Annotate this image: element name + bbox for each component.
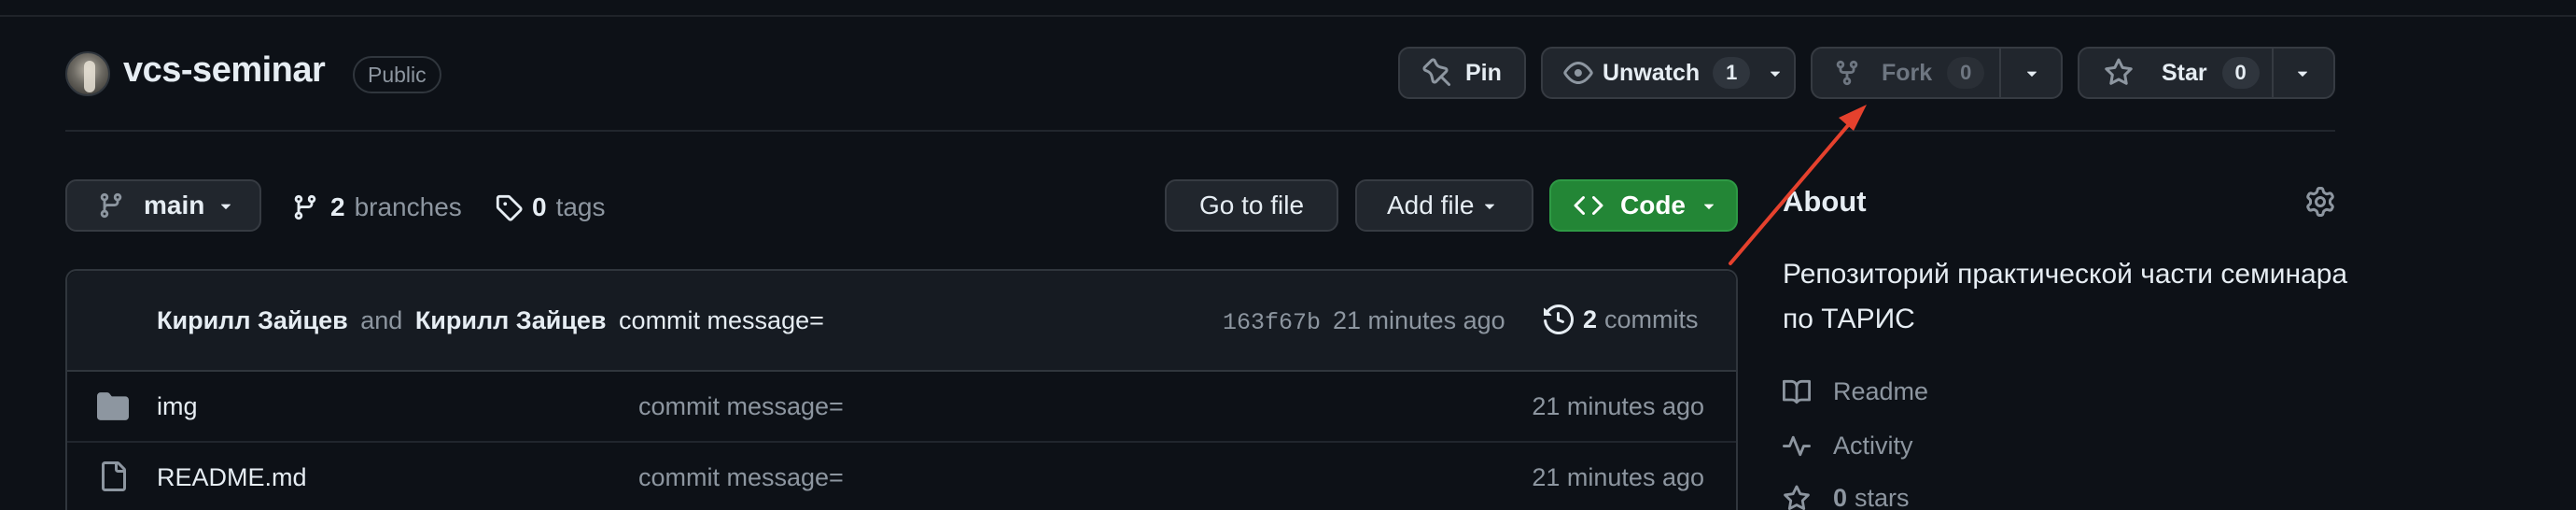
file-name-link[interactable]: img <box>157 392 198 421</box>
gear-icon[interactable] <box>2305 187 2335 217</box>
commit-message-link[interactable]: commit message= <box>619 306 824 334</box>
go-to-file-button[interactable]: Go to file <box>1165 179 1338 232</box>
add-file-label: Add file <box>1387 191 1475 220</box>
chevron-down-icon <box>1703 204 1715 209</box>
star-icon <box>1784 484 1810 510</box>
chevron-down-icon[interactable] <box>2292 63 2313 83</box>
file-commit-time: 21 minutes ago <box>1532 392 1704 420</box>
owner-avatar[interactable] <box>65 51 110 96</box>
fork-label: Fork <box>1882 59 1933 86</box>
branch-selector[interactable]: main <box>65 179 261 232</box>
file-commit-time: 21 minutes ago <box>1532 463 1704 491</box>
tags-link[interactable]: 0 tags <box>495 192 606 222</box>
pin-button[interactable]: Pin <box>1398 47 1526 99</box>
stars-count: 0 <box>1833 484 1848 510</box>
code-button[interactable]: Code <box>1549 179 1738 232</box>
code-icon <box>1574 195 1603 216</box>
file-list: Кирилл Зайцев and Кирилл Зайцев commit m… <box>65 269 1738 510</box>
eye-icon <box>1563 62 1593 84</box>
unwatch-button[interactable]: Unwatch 1 <box>1541 47 1796 99</box>
git-branch-icon <box>100 192 122 219</box>
commits-count: 2 <box>1583 305 1598 333</box>
commits-label: commits <box>1604 305 1699 333</box>
pin-icon <box>1422 58 1451 87</box>
chevron-down-icon <box>221 204 231 209</box>
tags-count: 0 <box>532 192 547 221</box>
branches-count: 2 <box>330 192 345 221</box>
go-to-file-label: Go to file <box>1198 191 1305 220</box>
repo-description: Репозиторий практической части семинара … <box>1783 259 2348 334</box>
code-label: Code <box>1620 191 1686 220</box>
folder-icon <box>97 392 129 420</box>
commits-link[interactable]: 2 commits <box>1544 305 1699 334</box>
star-icon <box>2105 58 2133 85</box>
repo-page: vcs-seminar Public Pin Unwatch 1 Fork 0 … <box>0 0 2576 510</box>
unwatch-label: Unwatch <box>1603 59 1701 86</box>
file-name-link[interactable]: README.md <box>157 463 307 492</box>
visibility-badge: Public <box>353 56 441 93</box>
tags-label: tags <box>555 192 606 221</box>
pin-label: Pin <box>1465 59 1502 86</box>
fork-button[interactable]: Fork 0 <box>1811 47 2063 99</box>
history-icon <box>1544 305 1574 334</box>
file-icon <box>102 461 126 491</box>
branch-name: main <box>144 191 205 220</box>
fork-icon <box>1836 60 1858 86</box>
commit-coauthor-link[interactable]: Кирилл Зайцев <box>415 306 607 334</box>
branches-link[interactable]: 2 branches <box>291 192 462 222</box>
file-commit-message[interactable]: commit message= <box>638 463 844 492</box>
git-branch-icon <box>294 194 316 220</box>
top-divider <box>0 15 2576 17</box>
commit-author-link[interactable]: Кирилл Зайцев <box>157 306 348 334</box>
readme-label: Readme <box>1833 377 1929 405</box>
fork-split-divider <box>1999 49 2001 97</box>
commit-authors: Кирилл Зайцев and Кирилл Зайцев commit m… <box>157 306 824 335</box>
repo-name-link[interactable]: vcs-seminar <box>123 50 326 91</box>
chevron-down-icon <box>1485 204 1495 209</box>
fork-count: 0 <box>1947 57 1985 89</box>
header-divider <box>65 130 2335 132</box>
chevron-down-icon <box>1771 71 1781 77</box>
chevron-down-icon[interactable] <box>2022 63 2042 83</box>
add-file-button[interactable]: Add file <box>1355 179 1533 232</box>
file-commit-message[interactable]: commit message= <box>638 392 844 421</box>
star-count: 0 <box>2221 57 2260 89</box>
about-heading: About <box>1783 185 1867 218</box>
watch-count: 1 <box>1713 57 1751 89</box>
pulse-icon <box>1783 435 1811 456</box>
activity-link[interactable]: Activity <box>1783 432 1913 460</box>
stars-label: stars <box>1855 484 1910 510</box>
file-row[interactable]: img commit message= 21 minutes ago <box>67 372 1736 441</box>
book-icon <box>1783 379 1811 404</box>
star-split-divider <box>2272 49 2274 97</box>
commit-time: 21 minutes ago <box>1333 306 1505 334</box>
star-button[interactable]: Star 0 <box>2078 47 2335 99</box>
branches-label: branches <box>354 192 462 221</box>
latest-commit-bar: Кирилл Зайцев and Кирилл Зайцев commit m… <box>67 271 1736 372</box>
star-label: Star <box>2162 59 2207 86</box>
commit-hash[interactable]: 163f67b <box>1223 309 1321 336</box>
activity-label: Activity <box>1833 432 1913 460</box>
tag-icon <box>496 194 523 221</box>
readme-link[interactable]: Readme <box>1783 377 1928 406</box>
commit-and: and <box>360 306 403 334</box>
avatar-figure <box>84 61 95 92</box>
stars-link[interactable]: 0 stars <box>1783 484 1910 510</box>
file-row[interactable]: README.md commit message= 21 minutes ago <box>67 443 1736 510</box>
